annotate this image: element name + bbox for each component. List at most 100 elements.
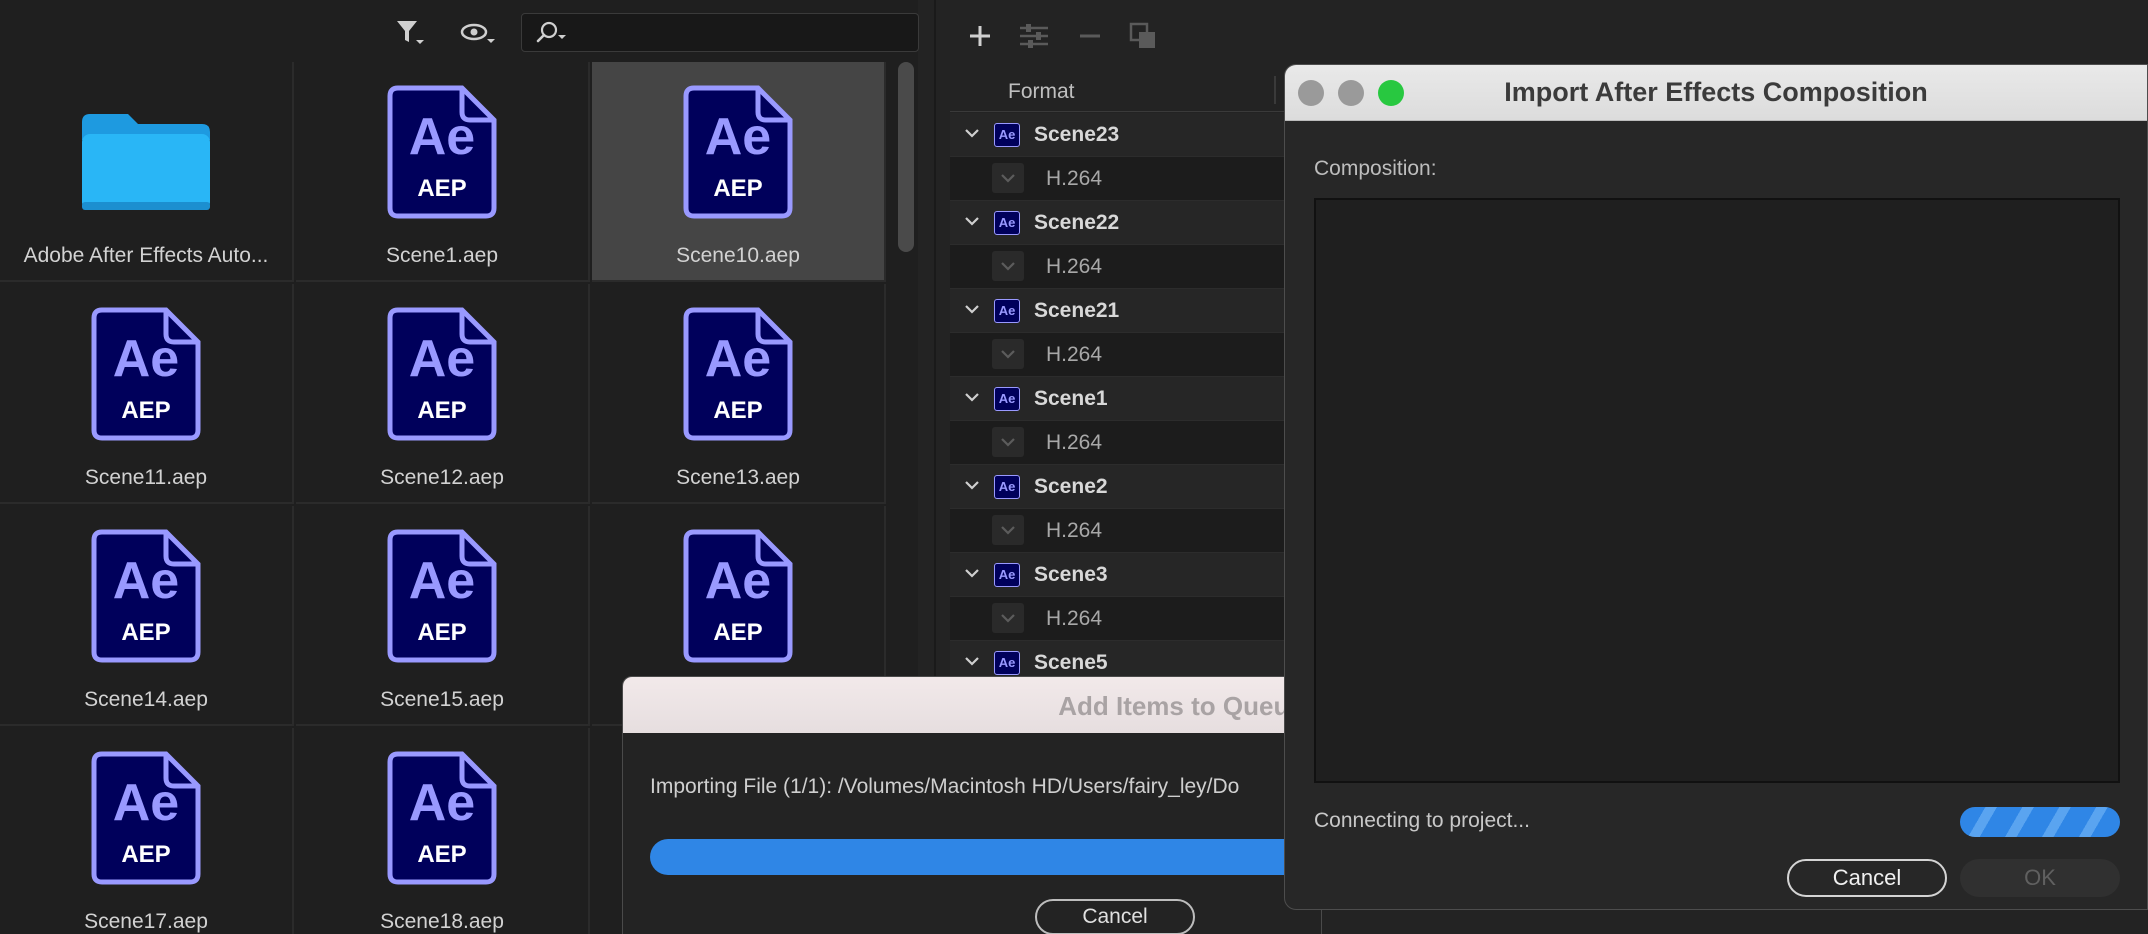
file-tile[interactable]: Ae AEP Scene1.aep xyxy=(296,62,590,282)
file-tile[interactable]: Ae AEP Scene18.aep xyxy=(296,728,590,934)
add-cancel-button[interactable]: Cancel xyxy=(1035,899,1195,934)
file-name: Scene14.aep xyxy=(84,688,208,711)
chevron-down-icon[interactable] xyxy=(964,301,980,317)
import-composition-dialog: Import After Effects Composition Composi… xyxy=(1284,64,2148,910)
settings-sliders-icon[interactable] xyxy=(1014,18,1054,54)
composition-list[interactable] xyxy=(1314,198,2120,783)
composition-label: Composition: xyxy=(1314,157,1437,180)
aep-file-icon: Ae AEP xyxy=(386,306,498,442)
svg-text:AEP: AEP xyxy=(417,175,466,202)
format-dropdown[interactable] xyxy=(992,515,1024,545)
folder-icon xyxy=(76,84,216,220)
queue-item-name: Scene3 xyxy=(1034,563,1108,586)
ae-comp-icon: Ae xyxy=(994,651,1020,675)
file-tile[interactable]: Ae AEP Scene11.aep xyxy=(0,284,294,504)
file-name: Scene17.aep xyxy=(84,910,208,933)
format-dropdown[interactable] xyxy=(992,251,1024,281)
format-dropdown[interactable] xyxy=(992,603,1024,633)
ae-comp-icon: Ae xyxy=(994,475,1020,499)
output-format[interactable]: H.264 xyxy=(1046,431,1102,455)
file-name: Scene15.aep xyxy=(380,688,504,711)
column-divider[interactable] xyxy=(1274,76,1276,104)
svg-text:Ae: Ae xyxy=(705,552,771,610)
file-name: Adobe After Effects Auto... xyxy=(23,244,269,267)
aep-file-icon: Ae AEP xyxy=(386,84,498,220)
file-tile[interactable]: Ae AEP Scene17.aep xyxy=(0,728,294,934)
chevron-down-icon xyxy=(1000,522,1016,543)
connection-status-text: Connecting to project... xyxy=(1314,809,1530,832)
aep-file-icon: Ae AEP xyxy=(90,750,202,886)
filter-icon[interactable] xyxy=(394,18,426,48)
queue-item-name: Scene23 xyxy=(1034,123,1120,146)
queue-item-name: Scene22 xyxy=(1034,211,1120,234)
output-format[interactable]: H.264 xyxy=(1046,255,1102,279)
chevron-down-icon[interactable] xyxy=(964,389,980,405)
output-format[interactable]: H.264 xyxy=(1046,167,1102,191)
chevron-down-icon xyxy=(1000,346,1016,367)
chevron-down-icon[interactable] xyxy=(964,477,980,493)
file-tile[interactable]: Ae AEP Scene13.aep xyxy=(592,284,886,504)
file-name: Scene12.aep xyxy=(380,466,504,489)
output-format[interactable]: H.264 xyxy=(1046,519,1102,543)
import-ok-button[interactable]: OK xyxy=(1960,859,2120,897)
format-dropdown[interactable] xyxy=(992,339,1024,369)
svg-text:AEP: AEP xyxy=(713,175,762,202)
svg-text:AEP: AEP xyxy=(713,619,762,646)
aep-file-icon: Ae AEP xyxy=(682,84,794,220)
svg-text:Ae: Ae xyxy=(705,330,771,388)
chevron-down-icon xyxy=(1000,258,1016,279)
file-tile[interactable]: Ae AEP Scene12.aep xyxy=(296,284,590,504)
add-dialog-title: Add Items to Queue xyxy=(1058,691,1304,721)
queue-item-name: Scene1 xyxy=(1034,387,1108,410)
duplicate-icon[interactable] xyxy=(1124,18,1164,54)
queue-item-name: Scene21 xyxy=(1034,299,1120,322)
svg-text:AEP: AEP xyxy=(713,397,762,424)
format-column-header[interactable]: Format xyxy=(1008,80,1075,104)
file-name: Scene13.aep xyxy=(676,466,800,489)
chevron-down-icon[interactable] xyxy=(964,125,980,141)
svg-text:Ae: Ae xyxy=(113,552,179,610)
browser-scrollbar[interactable] xyxy=(898,62,914,252)
remove-icon[interactable] xyxy=(1070,18,1110,54)
file-tile[interactable]: Ae AEP Scene10.aep xyxy=(592,62,886,282)
chevron-down-icon[interactable] xyxy=(964,565,980,581)
aep-file-icon: Ae AEP xyxy=(682,306,794,442)
import-dialog-titlebar: Import After Effects Composition xyxy=(1285,65,2147,121)
app-window: Adobe After Effects Auto... Ae AEP Scene1.a… xyxy=(0,0,2148,934)
connection-progress-bar xyxy=(1960,807,2120,837)
file-name: Scene1.aep xyxy=(385,244,499,267)
eye-icon[interactable] xyxy=(460,18,495,48)
import-dialog-title: Import After Effects Composition xyxy=(1504,77,1928,107)
chevron-down-icon xyxy=(1000,610,1016,631)
output-format[interactable]: H.264 xyxy=(1046,607,1102,631)
svg-text:Ae: Ae xyxy=(705,108,771,166)
svg-text:AEP: AEP xyxy=(121,841,170,868)
svg-text:AEP: AEP xyxy=(121,397,170,424)
file-tile[interactable]: Ae AEP Scene14.aep xyxy=(0,506,294,726)
file-name: Scene18.aep xyxy=(380,910,504,933)
format-dropdown[interactable] xyxy=(992,163,1024,193)
file-tile[interactable]: Adobe After Effects Auto... xyxy=(0,62,294,282)
chevron-down-icon[interactable] xyxy=(964,213,980,229)
add-dialog-titlebar: Add Items to Queue xyxy=(623,677,1321,733)
aep-file-icon: Ae AEP xyxy=(386,528,498,664)
aep-file-icon: Ae AEP xyxy=(90,528,202,664)
queue-item-name: Scene5 xyxy=(1034,651,1108,674)
format-dropdown[interactable] xyxy=(992,427,1024,457)
chevron-down-icon[interactable] xyxy=(964,653,980,669)
search-input[interactable] xyxy=(521,13,919,52)
import-cancel-button[interactable]: Cancel xyxy=(1787,859,1947,897)
add-icon[interactable] xyxy=(960,18,1000,54)
queue-item-name: Scene2 xyxy=(1034,475,1108,498)
chevron-down-icon xyxy=(1000,170,1016,191)
ae-comp-icon: Ae xyxy=(994,211,1020,235)
ae-comp-icon: Ae xyxy=(994,563,1020,587)
output-format[interactable]: H.264 xyxy=(1046,343,1102,367)
file-tile[interactable]: Ae AEP Scene15.aep xyxy=(296,506,590,726)
import-progress-bar xyxy=(650,839,1321,875)
browser-toolbar xyxy=(0,0,919,62)
ae-comp-icon: Ae xyxy=(994,299,1020,323)
svg-text:Ae: Ae xyxy=(409,330,475,388)
file-name: Scene11.aep xyxy=(84,466,208,489)
aep-file-icon: Ae AEP xyxy=(386,750,498,886)
